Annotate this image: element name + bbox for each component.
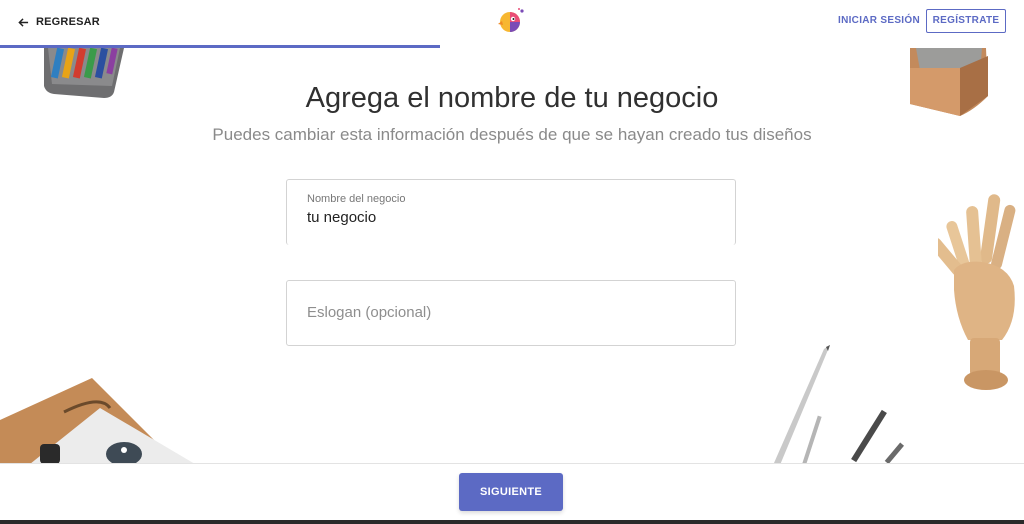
bottom-strip [0, 520, 1024, 524]
page-title: Agrega el nombre de tu negocio [305, 82, 719, 114]
arrow-left-icon [18, 17, 29, 27]
login-link[interactable]: INICIAR SESIÓN [838, 15, 920, 26]
slogan-input[interactable] [307, 304, 707, 321]
top-bar: REGRESAR INICIAR SESIÓN REGÍSTRATE [0, 0, 1024, 48]
signup-button[interactable]: REGÍSTRATE [926, 9, 1006, 33]
progress-fill [0, 45, 441, 48]
footer-bar: SIGUIENTE [0, 463, 1024, 520]
business-name-label: Nombre del negocio [307, 193, 406, 205]
next-button[interactable]: SIGUIENTE [459, 473, 563, 511]
pencils-pens-image [774, 345, 905, 465]
business-name-input[interactable] [307, 209, 707, 226]
back-button[interactable]: REGRESAR [18, 14, 100, 30]
parrot-logo-icon[interactable] [496, 7, 526, 35]
wooden-hand-image [938, 194, 1016, 390]
progress-bar [0, 45, 1024, 48]
page-subtitle: Puedes cambiar esta información después … [212, 125, 812, 144]
slogan-field[interactable] [286, 280, 736, 346]
notebook-stamp-image [0, 378, 195, 464]
business-name-field[interactable]: Nombre del negocio [286, 179, 736, 245]
back-label: REGRESAR [36, 16, 100, 28]
